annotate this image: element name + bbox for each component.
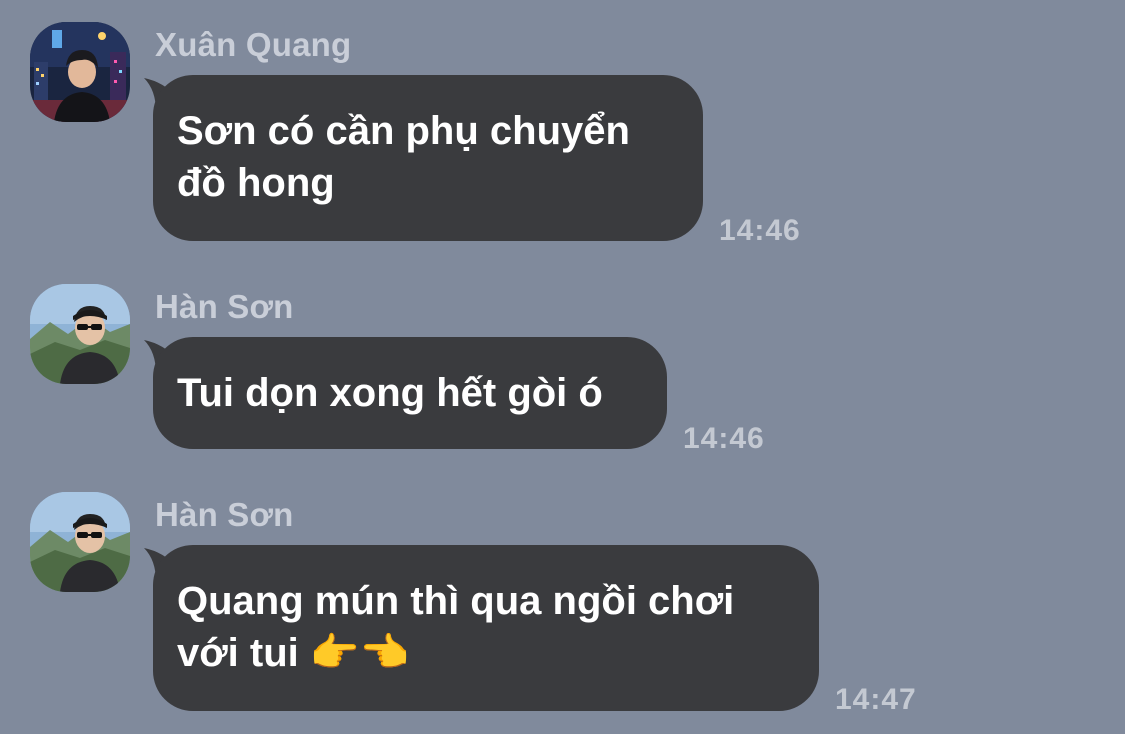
message-text-line: với tui 👉👈: [177, 627, 793, 679]
chat-message-list: Xuân Quang Sơn có cần phụ chuyển đồ hong…: [0, 0, 1125, 734]
pointing-fingers-emoji: 👉👈: [309, 630, 410, 676]
message-bubble[interactable]: Quang mún thì qua ngồi chơi với tui 👉👈: [153, 545, 819, 711]
avatar[interactable]: [30, 492, 130, 592]
message-timestamp: 14:47: [835, 683, 917, 716]
message-text-fragment: với tui: [177, 631, 299, 675]
message-row: Hàn Sơn Quang mún thì qua ngồi chơi với …: [0, 0, 1125, 734]
sender-name: Hàn Sơn: [155, 496, 294, 533]
message-text-line: Quang mún thì qua ngồi chơi: [177, 579, 735, 623]
mountain-photo: [30, 492, 130, 592]
